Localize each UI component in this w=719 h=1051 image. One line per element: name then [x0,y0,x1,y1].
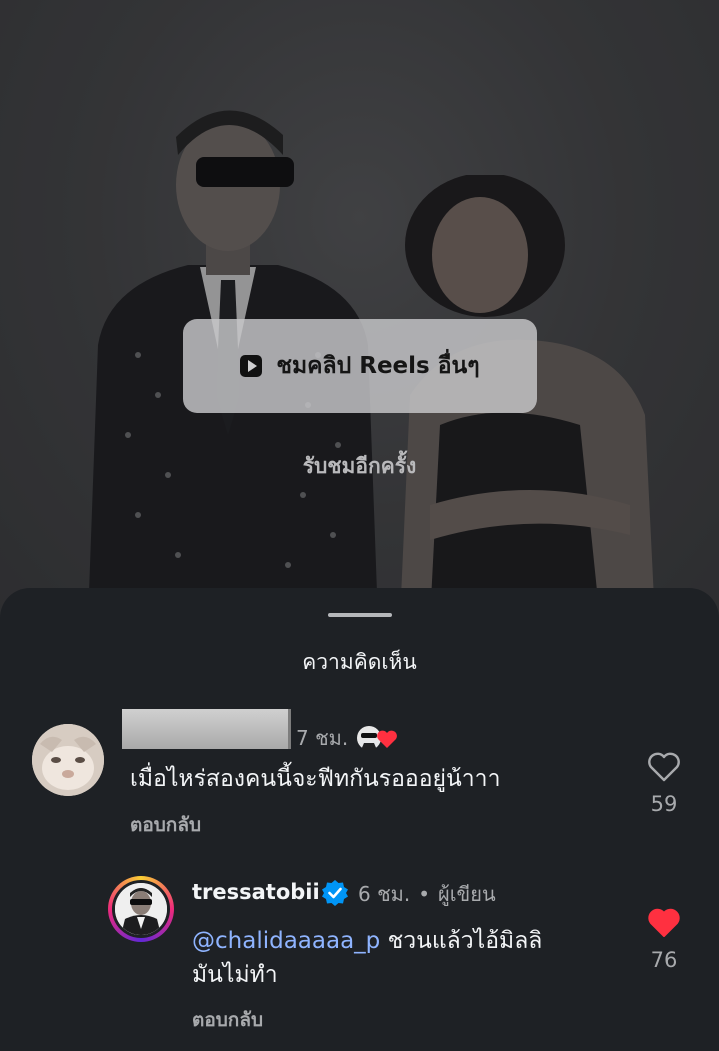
watch-more-reels-button[interactable]: ชมคลิป Reels อื่นๆ [183,319,537,413]
sheet-title: ความคิดเห็น [302,650,417,674]
meta-separator: • [418,882,430,906]
comment-time: 6 ชม. [358,882,411,906]
comment-text-line2: มันไม่ทำ [192,962,278,988]
comment-time: 7 ชม. [296,726,349,750]
verified-badge-icon [322,880,348,906]
comment-text-line1: ชวนแล้วไอ้มิลลิ [380,928,543,954]
like-count: 59 [650,792,678,816]
commenter-avatar[interactable] [112,880,170,938]
author-badge: ผู้เขียน [438,882,496,906]
comment-meta: 7 ชม. [296,722,398,754]
profile-photo-icon [32,724,104,796]
commenter-avatar[interactable] [32,724,104,796]
like-control: 59 [640,752,688,816]
comment-text: @chalidaaaaa_p ชวนแล้วไอ้มิลลิ มันไม่ทำ [192,924,542,992]
sheet-drag-handle[interactable] [328,613,392,617]
watch-more-reels-label: ชมคลิป Reels อื่นๆ [276,353,480,379]
heart-outline-icon[interactable] [647,752,681,782]
redacted-username [122,709,291,749]
commenter-username[interactable]: tressatobii [192,880,320,904]
comment-text: เมื่อไหร่สองคนนี้จะฟีทกันรอออยู่น้าาา [130,766,501,792]
reel-video[interactable]: ชมคลิป Reels อื่นๆ รับชมอีกครั้ง [0,0,719,620]
mention-link[interactable]: @chalidaaaaa_p [192,928,380,954]
comments-sheet: ความคิดเห็น 7 ชม. เมื่อไหร่สองคนนี้จะฟีท… [0,588,719,1051]
comment-meta: 6 ชม. • ผู้เขียน [358,878,496,910]
rewatch-button[interactable]: รับชมอีกครั้ง [0,450,719,483]
play-icon [240,355,263,377]
like-count: 76 [650,948,678,972]
video-dim-overlay [0,0,719,620]
creator-liked-badge-icon [356,724,398,752]
profile-photo-icon [115,883,167,935]
heart-filled-icon[interactable] [647,908,681,938]
reply-button[interactable]: ตอบกลับ [130,810,201,840]
like-control: 76 [640,908,688,972]
reply-button[interactable]: ตอบกลับ [192,1005,263,1035]
